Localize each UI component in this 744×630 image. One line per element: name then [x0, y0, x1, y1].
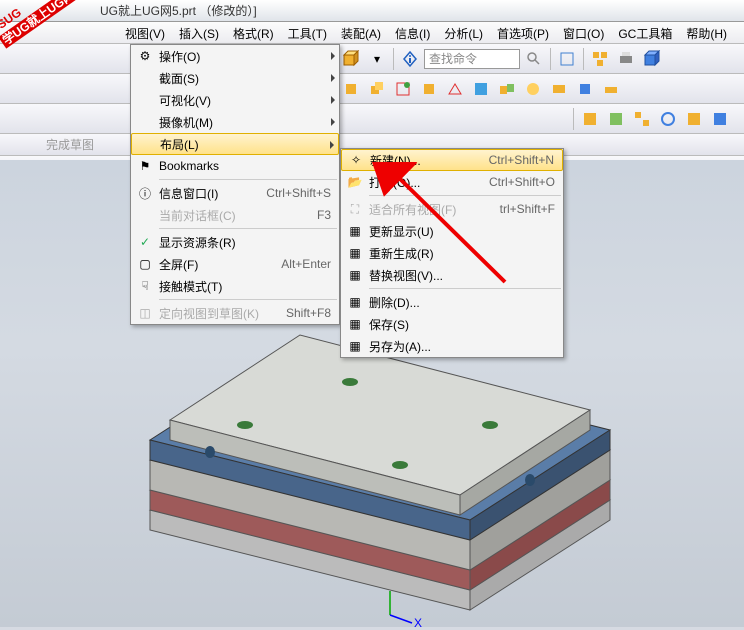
menuitem-截面(S)[interactable]: 截面(S) — [131, 67, 339, 89]
menuitem-显示资源条(R)[interactable]: ✓显示资源条(R) — [131, 231, 339, 253]
t3-3[interactable] — [630, 107, 654, 131]
t2-6[interactable] — [469, 77, 493, 101]
menuitem-删除(D)...[interactable]: ▦删除(D)... — [341, 291, 563, 313]
menuitem-定向视图到草图(K): ◫定向视图到草图(K)Shift+F8 — [131, 302, 339, 324]
menuitem-新建(N)...[interactable]: ✧新建(N)...Ctrl+Shift+N — [341, 149, 563, 171]
menuitem-操作(O)[interactable]: ⚙操作(O) — [131, 45, 339, 67]
t2-4[interactable] — [417, 77, 441, 101]
menu-分析(L)[interactable]: 分析(L) — [437, 22, 490, 43]
search-icon[interactable] — [522, 47, 546, 71]
finish-sketch-button[interactable]: 完成草图 — [40, 134, 100, 155]
t3-1[interactable] — [578, 107, 602, 131]
menuitem-当前对话框(C): 当前对话框(C)F3 — [131, 204, 339, 226]
toolbar-3 — [0, 104, 744, 134]
tbtn-info[interactable] — [398, 47, 422, 71]
tbtn-dd[interactable]: ▾ — [365, 47, 389, 71]
t2-1[interactable] — [339, 77, 363, 101]
t3-2[interactable] — [604, 107, 628, 131]
toolbar-2 — [0, 74, 744, 104]
titlebar: UG就上UG网5.prt （修改的）] — [0, 0, 744, 22]
menu-信息(I)[interactable]: 信息(I) — [388, 22, 437, 43]
t2-10[interactable] — [573, 77, 597, 101]
menu-GC工具箱[interactable]: GC工具箱 — [611, 22, 679, 43]
t3-5[interactable] — [682, 107, 706, 131]
menuitem-适合所有视图(F): ⛶适合所有视图(F)trl+Shift+F — [341, 198, 563, 220]
view-menu-dropdown[interactable]: ⚙操作(O)截面(S)可视化(V)摄像机(M)布局(L)⚑Bookmarks ⓘ信… — [130, 44, 340, 325]
tbtn-cube[interactable] — [339, 47, 363, 71]
menuitem-重新生成(R)[interactable]: ▦重新生成(R) — [341, 242, 563, 264]
menuitem-Bookmarks[interactable]: ⚑Bookmarks — [131, 155, 339, 177]
tbtn-assem[interactable] — [588, 47, 612, 71]
tbtn-cube2[interactable] — [640, 47, 664, 71]
menuitem-打开(O)...[interactable]: 📂打开(O)...Ctrl+Shift+O — [341, 171, 563, 193]
tbtn-print[interactable] — [614, 47, 638, 71]
t2-2[interactable] — [365, 77, 389, 101]
menuitem-另存为(A)...[interactable]: ▦另存为(A)... — [341, 335, 563, 357]
menubar: 视图(V)插入(S)格式(R)工具(T)装配(A)信息(I)分析(L)首选项(P… — [0, 22, 744, 44]
tbtn-a[interactable] — [555, 47, 579, 71]
t2-7[interactable] — [495, 77, 519, 101]
menu-视图(V)[interactable]: 视图(V) — [118, 22, 172, 43]
menu-帮助(H)[interactable]: 帮助(H) — [679, 22, 734, 43]
t2-3[interactable] — [391, 77, 415, 101]
t2-11[interactable] — [599, 77, 623, 101]
menu-工具(T)[interactable]: 工具(T) — [281, 22, 334, 43]
toolbar-1: ▾ 查找命令 — [0, 44, 744, 74]
layout-submenu-dropdown[interactable]: ✧新建(N)...Ctrl+Shift+N📂打开(O)...Ctrl+Shift… — [340, 148, 564, 358]
t2-9[interactable] — [547, 77, 571, 101]
t3-6[interactable] — [708, 107, 732, 131]
menuitem-摄像机(M)[interactable]: 摄像机(M) — [131, 111, 339, 133]
t2-8[interactable] — [521, 77, 545, 101]
svg-text:X: X — [414, 616, 422, 627]
menuitem-更新显示(U)[interactable]: ▦更新显示(U) — [341, 220, 563, 242]
menu-首选项(P)[interactable]: 首选项(P) — [490, 22, 556, 43]
t3-4[interactable] — [656, 107, 680, 131]
menu-插入(S)[interactable]: 插入(S) — [172, 22, 226, 43]
menuitem-信息窗口(I)[interactable]: ⓘ信息窗口(I)Ctrl+Shift+S — [131, 182, 339, 204]
menuitem-替换视图(V)...[interactable]: ▦替换视图(V)... — [341, 264, 563, 286]
menuitem-全屏(F)[interactable]: ▢全屏(F)Alt+Enter — [131, 253, 339, 275]
t2-5[interactable] — [443, 77, 467, 101]
menu-格式(R)[interactable]: 格式(R) — [226, 22, 281, 43]
search-input[interactable]: 查找命令 — [424, 49, 520, 69]
menu-窗口(O)[interactable]: 窗口(O) — [556, 22, 611, 43]
menu-装配(A)[interactable]: 装配(A) — [334, 22, 388, 43]
menuitem-可视化(V)[interactable]: 可视化(V) — [131, 89, 339, 111]
menuitem-布局(L)[interactable]: 布局(L) — [131, 133, 339, 155]
menuitem-接触模式(T)[interactable]: ☟接触模式(T) — [131, 275, 339, 297]
menuitem-保存(S)[interactable]: ▦保存(S) — [341, 313, 563, 335]
